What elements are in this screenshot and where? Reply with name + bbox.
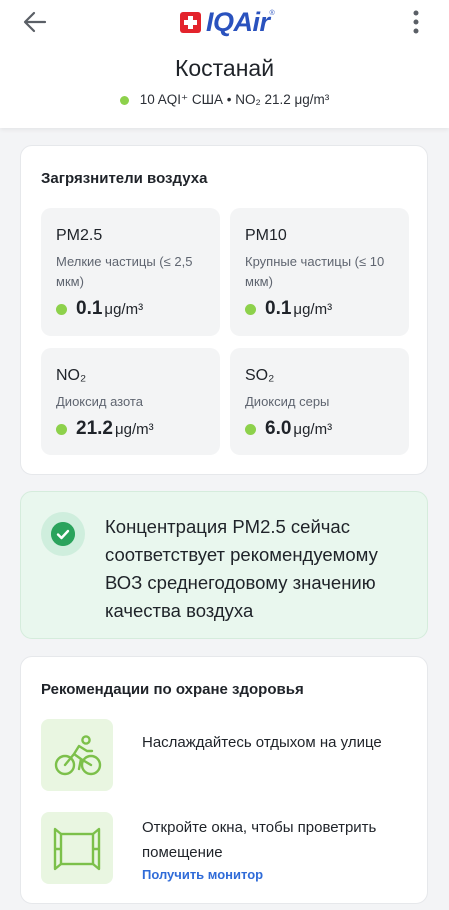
- logo-text: IQAir: [206, 7, 270, 37]
- pollutant-value-number: 21.2: [76, 418, 113, 439]
- recommendation-item: Откройте окна, чтобы проветрить помещени…: [41, 812, 411, 888]
- app-header: IQAir ® Костанай 10 AQI⁺ США • NO₂ 21.2 …: [0, 0, 449, 128]
- pollutant-value-number: 0.1: [265, 298, 292, 319]
- aqi-summary-text: 10 AQI⁺ США • NO₂ 21.2 μg/m³: [139, 92, 330, 107]
- pollutant-value: 0.1 μg/m³: [56, 298, 143, 320]
- city-title: Костанай: [174, 55, 275, 81]
- pollutant-name: PM2.5: [56, 227, 103, 244]
- pollutant-value-number: 0.1: [76, 298, 103, 319]
- pollutant-value-unit: μg/m³: [293, 300, 333, 318]
- health-title: Рекомендации по охране здоровья: [41, 681, 304, 698]
- pollutant-name: SO₂: [245, 367, 275, 384]
- bicycle-icon: [54, 735, 102, 776]
- aqi-summary: 10 AQI⁺ США • NO₂ 21.2 μg/m³: [0, 92, 449, 108]
- more-vertical-icon[interactable]: [404, 8, 428, 36]
- pollutant-value-unit: μg/m³: [114, 420, 154, 438]
- recommendation-text: Откройте окна, чтобы проветрить помещени…: [142, 819, 377, 861]
- pollutant-description: Крупные частицы (≤ 10 мкм): [245, 254, 385, 289]
- pollutant-description: Диоксид азота: [56, 394, 143, 409]
- swiss-flag-icon: [180, 11, 201, 33]
- health-recommendations-card: Рекомендации по охране здоровья Наслажда…: [20, 656, 428, 904]
- who-guideline-card: Концентрация PM2.5 сейчас соответствует …: [20, 491, 428, 639]
- recommendation-icon-box: [41, 812, 113, 884]
- aqi-status-dot: [119, 95, 129, 105]
- recommendation-text: Наслаждайтесь отдыхом на улице: [142, 734, 382, 751]
- pollutant-value: 6.0 μg/m³: [245, 418, 332, 440]
- pollutant-value: 21.2 μg/m³: [56, 418, 154, 440]
- arrow-left-icon[interactable]: [22, 9, 48, 35]
- pollutant-name: NO₂: [56, 367, 87, 384]
- status-dot: [56, 423, 67, 435]
- pollutant-description: Мелкие частицы (≤ 2,5 мкм): [56, 254, 193, 289]
- who-badge: [41, 512, 85, 556]
- status-dot: [56, 303, 67, 315]
- status-dot: [245, 423, 256, 435]
- pollutant-name: PM10: [245, 227, 287, 244]
- pollutant-value-number: 6.0: [265, 418, 292, 439]
- status-dot: [245, 303, 256, 315]
- recommendation-item: Наслаждайтесь отдыхом на улице: [41, 719, 411, 791]
- pollutant-value: 0.1 μg/m³: [245, 298, 332, 320]
- pollutant-tile-pm10[interactable]: PM10 Крупные частицы (≤ 10 мкм) 0.1 μg/m…: [230, 208, 409, 336]
- check-circle-icon: [51, 522, 75, 546]
- pollutant-tile-pm25[interactable]: PM2.5 Мелкие частицы (≤ 2,5 мкм) 0.1 μg/…: [41, 208, 220, 336]
- logo-trademark: ®: [269, 10, 275, 17]
- pollutant-value-unit: μg/m³: [293, 420, 333, 438]
- pollutant-value-unit: μg/m³: [104, 300, 144, 318]
- who-guideline-text: Концентрация PM2.5 сейчас соответствует …: [105, 516, 378, 621]
- iqair-logo: IQAir ®: [180, 7, 275, 37]
- pollutants-card: Загрязнители воздуха PM2.5 Мелкие частиц…: [20, 145, 428, 475]
- get-monitor-link[interactable]: Получить монитор: [142, 867, 263, 882]
- pollutant-tile-so2[interactable]: SO₂ Диоксид серы 6.0 μg/m³: [230, 348, 409, 455]
- recommendation-icon-box: [41, 719, 113, 791]
- pollutant-tile-no2[interactable]: NO₂ Диоксид азота 21.2 μg/m³: [41, 348, 220, 455]
- open-window-icon: [53, 827, 101, 871]
- pollutant-description: Диоксид серы: [245, 394, 330, 409]
- pollutants-title: Загрязнители воздуха: [41, 170, 208, 187]
